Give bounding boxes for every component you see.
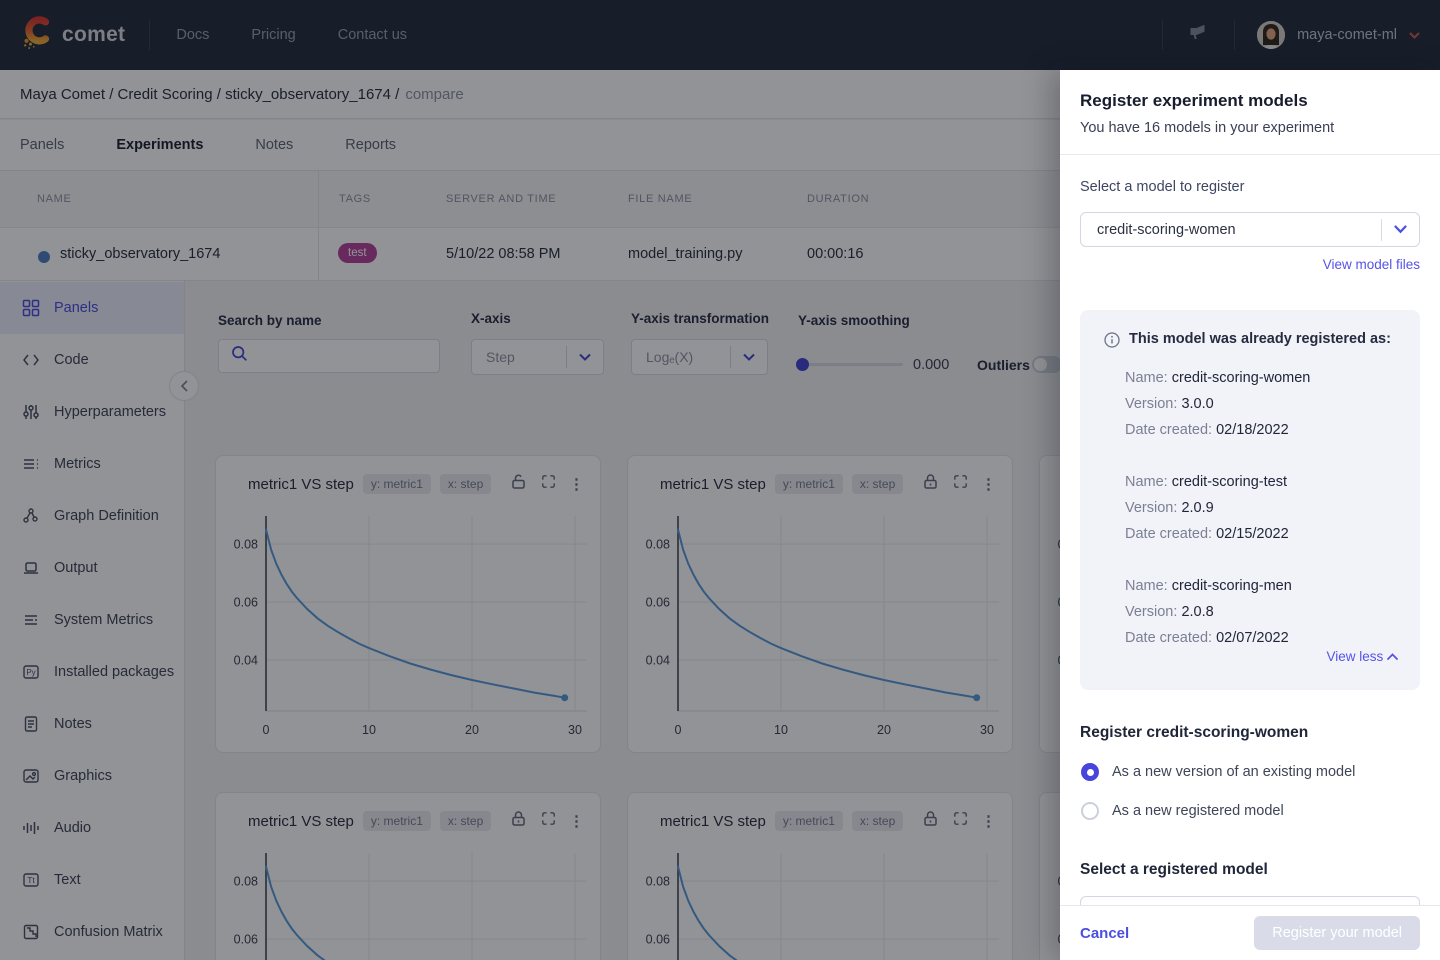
name-label: Name: bbox=[1125, 370, 1168, 386]
registered-version-entry: Name: credit-scoring-women Version: 3.0.… bbox=[1125, 365, 1398, 443]
date-value: 02/15/2022 bbox=[1216, 526, 1289, 542]
radio-label: As a new version of an existing model bbox=[1112, 764, 1356, 780]
select-model-label: Select a model to register bbox=[1080, 179, 1245, 195]
view-less-link[interactable]: View less bbox=[1326, 649, 1398, 664]
date-label: Date created: bbox=[1125, 630, 1213, 646]
radio-new-model[interactable]: As a new registered model bbox=[1081, 802, 1284, 820]
modal-header: Register experiment models You have 16 m… bbox=[1060, 70, 1440, 155]
info-title: This model was already registered as: bbox=[1129, 331, 1391, 347]
radio-unselected-icon bbox=[1081, 802, 1099, 820]
radio-label: As a new registered model bbox=[1112, 803, 1284, 819]
already-registered-info-box: This model was already registered as: Na… bbox=[1080, 310, 1420, 690]
date-value: 02/18/2022 bbox=[1216, 422, 1289, 438]
view-less-text: View less bbox=[1326, 649, 1384, 664]
date-label: Date created: bbox=[1125, 422, 1213, 438]
cancel-button[interactable]: Cancel bbox=[1080, 925, 1129, 942]
version-label: Version: bbox=[1125, 396, 1178, 412]
info-icon bbox=[1104, 332, 1120, 353]
model-select-value: credit-scoring-women bbox=[1097, 221, 1236, 238]
register-model-button[interactable]: Register your model bbox=[1254, 916, 1420, 950]
registered-versions-list: Name: credit-scoring-women Version: 3.0.… bbox=[1125, 365, 1398, 651]
name-value: credit-scoring-test bbox=[1171, 474, 1287, 490]
name-value: credit-scoring-women bbox=[1171, 370, 1311, 386]
date-value: 02/07/2022 bbox=[1216, 630, 1289, 646]
date-label: Date created: bbox=[1125, 526, 1213, 542]
select-registered-model-label: Select a registered model bbox=[1080, 861, 1268, 878]
version-label: Version: bbox=[1125, 500, 1178, 516]
modal-footer: Cancel Register your model bbox=[1060, 905, 1440, 960]
name-label: Name: bbox=[1125, 578, 1168, 594]
register-models-panel: Register experiment models You have 16 m… bbox=[1060, 70, 1440, 960]
name-label: Name: bbox=[1125, 474, 1168, 490]
view-model-files-link[interactable]: View model files bbox=[1323, 257, 1420, 272]
chevron-down-icon bbox=[1382, 225, 1419, 234]
name-value: credit-scoring-men bbox=[1171, 578, 1292, 594]
radio-selected-icon bbox=[1081, 763, 1099, 781]
version-value: 2.0.8 bbox=[1181, 604, 1214, 620]
version-label: Version: bbox=[1125, 604, 1178, 620]
version-value: 3.0.0 bbox=[1181, 396, 1214, 412]
register-model-heading: Register credit-scoring-women bbox=[1080, 724, 1309, 741]
model-select[interactable]: credit-scoring-women bbox=[1080, 212, 1420, 247]
modal-title: Register experiment models bbox=[1080, 91, 1308, 110]
version-value: 2.0.9 bbox=[1181, 500, 1214, 516]
registered-version-entry: Name: credit-scoring-test Version: 2.0.9… bbox=[1125, 469, 1398, 547]
radio-new-version[interactable]: As a new version of an existing model bbox=[1081, 763, 1355, 781]
modal-subtitle: You have 16 models in your experiment bbox=[1080, 120, 1335, 136]
registered-version-entry: Name: credit-scoring-men Version: 2.0.8 … bbox=[1125, 573, 1398, 651]
